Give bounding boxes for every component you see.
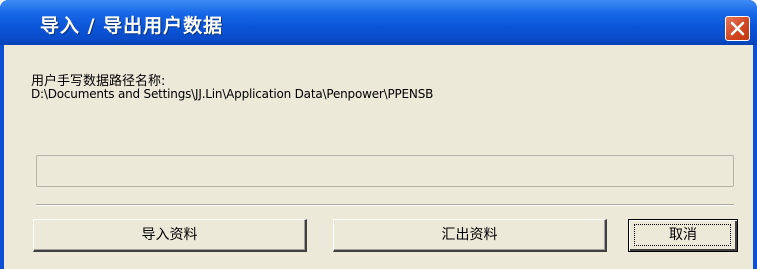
dialog-body: 用户手写数据路径名称: D:\Documents and Settings\JJ… bbox=[4, 45, 753, 269]
cancel-button-label: 取消 bbox=[669, 227, 697, 243]
window-title: 导入 / 导出用户数据 bbox=[40, 15, 224, 37]
close-button[interactable] bbox=[725, 16, 750, 41]
export-button[interactable]: 汇出资料 bbox=[333, 219, 607, 252]
progress-bar bbox=[36, 155, 734, 187]
path-value: D:\Documents and Settings\JJ.Lin\Applica… bbox=[31, 87, 434, 101]
import-button[interactable]: 导入资料 bbox=[33, 219, 307, 252]
dialog-window: 导入 / 导出用户数据 用户手写数据路径名称: D:\Documents and… bbox=[0, 0, 757, 269]
close-icon bbox=[730, 21, 745, 36]
divider bbox=[36, 204, 734, 206]
cancel-button[interactable]: 取消 bbox=[628, 219, 738, 252]
title-bar[interactable]: 导入 / 导出用户数据 bbox=[0, 0, 757, 45]
